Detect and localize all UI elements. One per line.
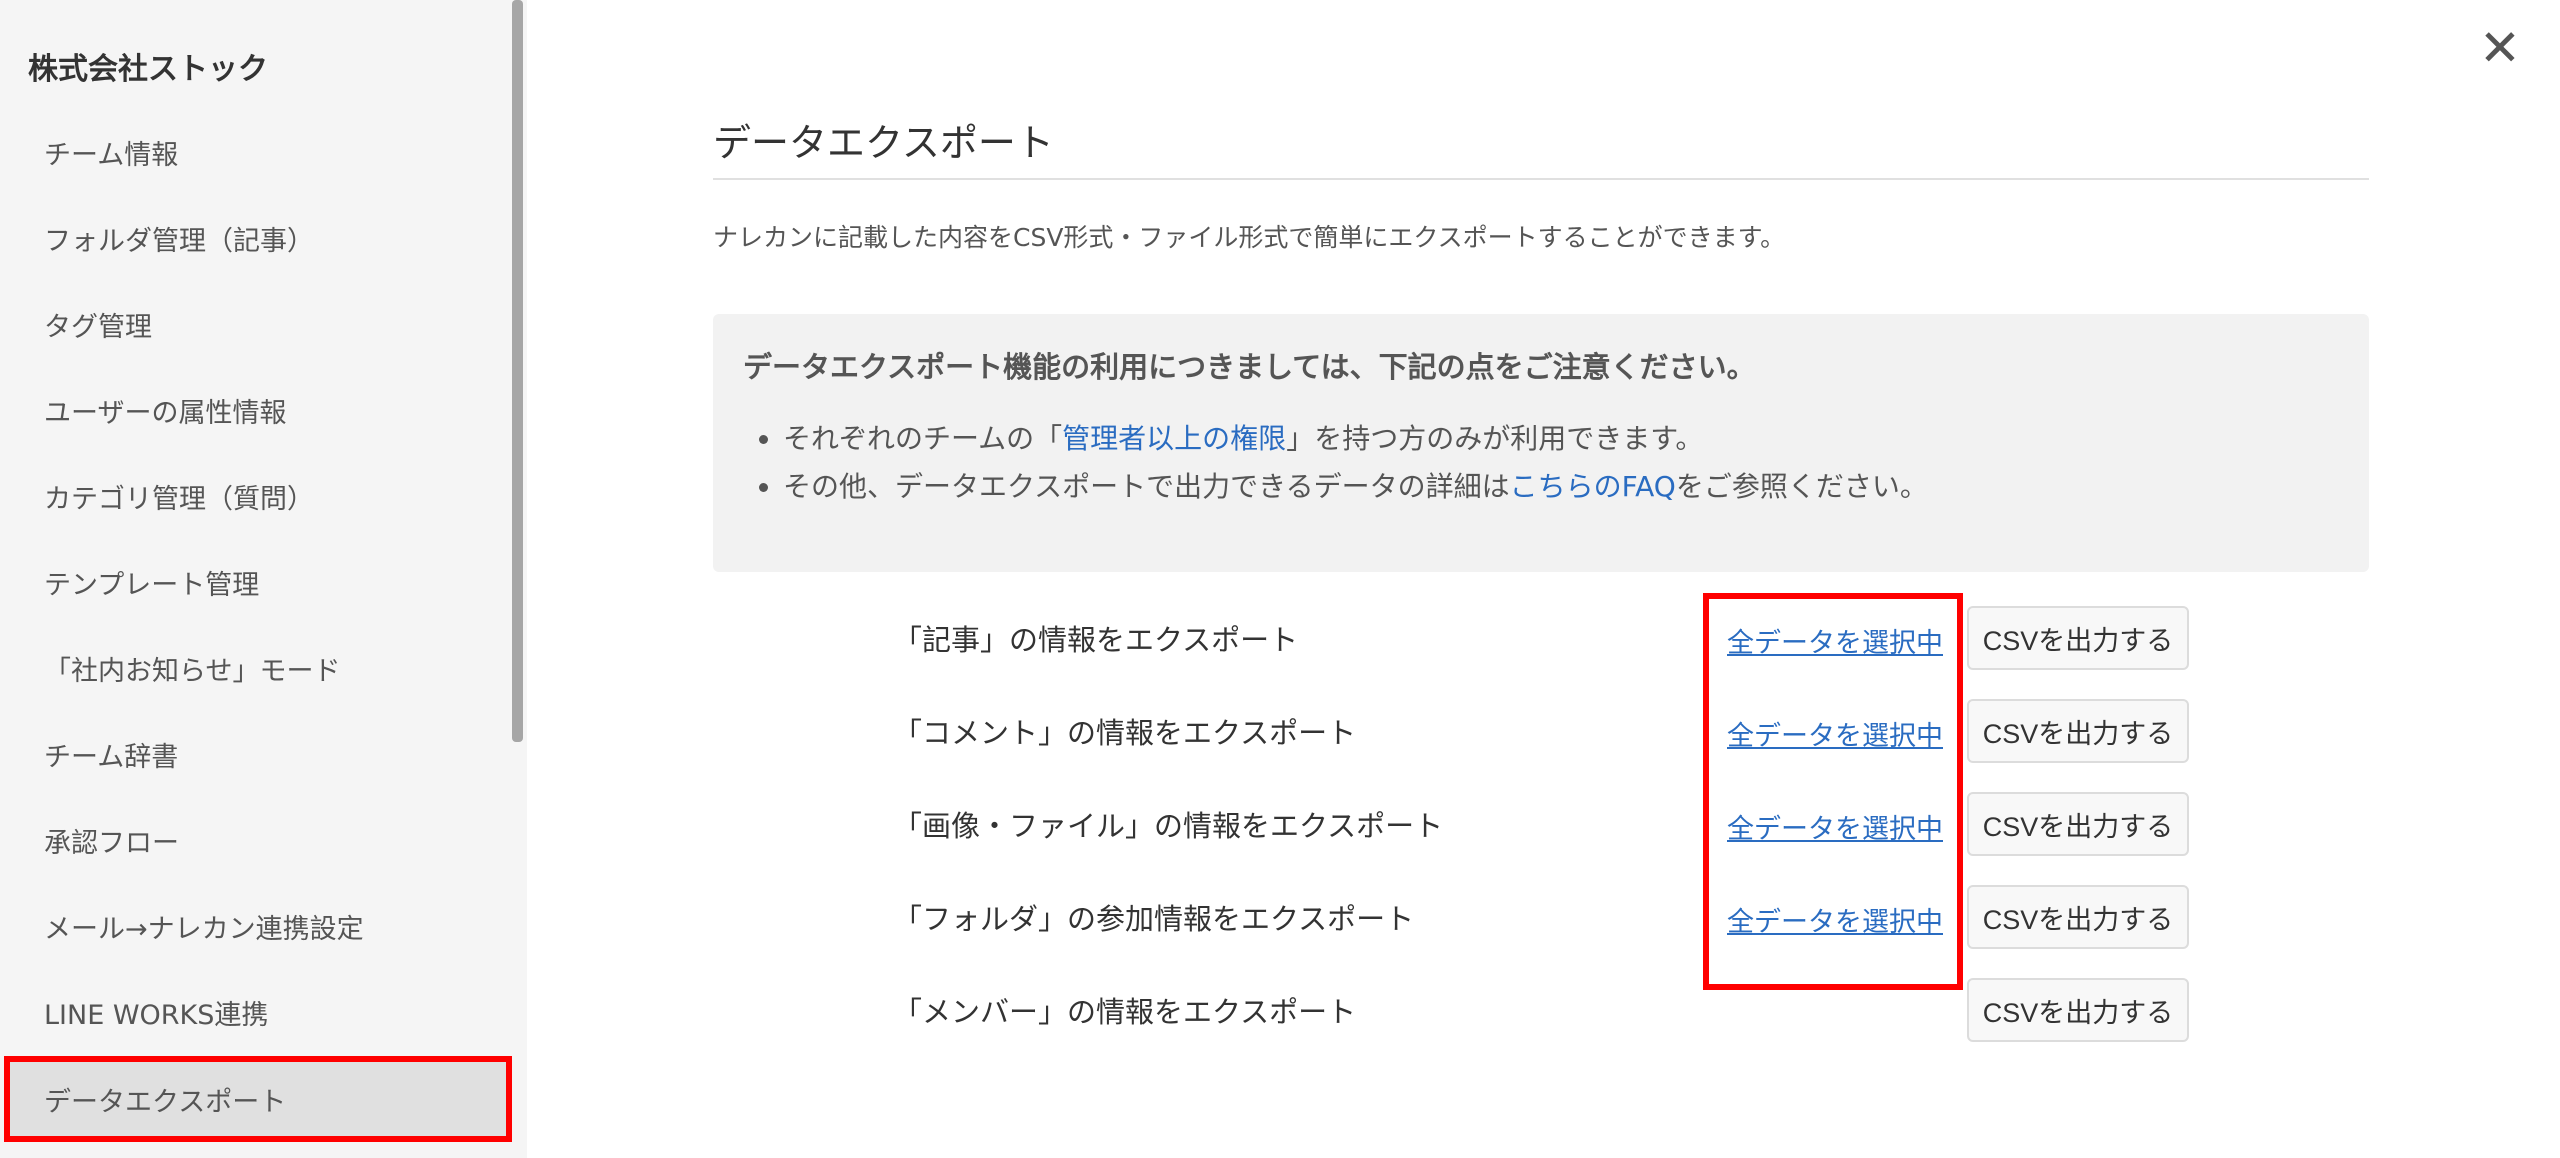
title-divider: [713, 178, 2369, 180]
csv-export-button-articles[interactable]: CSVを出力する: [1967, 606, 2189, 670]
sidebar-item-tag-management[interactable]: タグ管理: [0, 281, 512, 367]
select-links-highlight: [1703, 593, 1963, 990]
csv-export-button-folders[interactable]: CSVを出力する: [1967, 885, 2189, 949]
sidebar-scrollbar[interactable]: [512, 0, 523, 742]
sidebar-item-announcement-mode[interactable]: 「社内お知らせ」モード: [0, 625, 512, 711]
sidebar-item-user-attributes[interactable]: ユーザーの属性情報: [0, 367, 512, 453]
export-row-label-files: 「画像・ファイル」の情報をエクスポート: [893, 809, 1444, 843]
notice-heading: データエクスポート機能の利用につきましては、下記の点をご注意ください。: [743, 350, 1756, 384]
admin-permission-link[interactable]: 管理者以上の権限: [1062, 422, 1286, 455]
notice-list: それぞれのチームの「管理者以上の権限」を持つ方のみが利用できます。 その他、デー…: [783, 424, 1928, 520]
notice-item: それぞれのチームの「管理者以上の権限」を持つ方のみが利用できます。: [783, 424, 1928, 472]
settings-sidebar: 株式会社ストック チーム情報 フォルダ管理（記事） タグ管理 ユーザーの属性情報…: [0, 0, 527, 1158]
notice-text: それぞれのチームの「: [783, 422, 1063, 455]
sidebar-item-data-export[interactable]: データエクスポート: [4, 1056, 512, 1142]
sidebar-item-template-management[interactable]: テンプレート管理: [0, 539, 512, 625]
notice-text: その他、データエクスポートで出力できるデータの詳細は: [783, 470, 1510, 503]
company-name: 株式会社ストック: [28, 52, 268, 87]
sidebar-item-mail-integration[interactable]: メール→ナレカン連携設定: [0, 883, 512, 969]
sidebar-item-team-dictionary[interactable]: チーム辞書: [0, 711, 512, 797]
notice-text: 」を持つ方のみが利用できます。: [1286, 422, 1704, 455]
page-description: ナレカンに記載した内容をCSV形式・ファイル形式で簡単にエクスポートすることがで…: [713, 223, 1786, 252]
faq-link[interactable]: こちらのFAQ: [1510, 470, 1676, 503]
csv-export-button-comments[interactable]: CSVを出力する: [1967, 699, 2189, 763]
sidebar-item-category-management[interactable]: カテゴリ管理（質問）: [0, 453, 512, 539]
sidebar-item-line-works[interactable]: LINE WORKS連携: [0, 969, 512, 1055]
export-row-label-folders: 「フォルダ」の参加情報をエクスポート: [893, 902, 1415, 936]
csv-export-button-members[interactable]: CSVを出力する: [1967, 978, 2189, 1042]
page-title: データエクスポート: [713, 121, 1054, 165]
notice-text: をご参照ください。: [1675, 470, 1928, 503]
notice-box: データエクスポート機能の利用につきましては、下記の点をご注意ください。 それぞれ…: [713, 314, 2369, 572]
sidebar-item-approval-flow[interactable]: 承認フロー: [0, 797, 512, 883]
close-icon[interactable]: ✕: [2476, 23, 2524, 73]
csv-export-button-files[interactable]: CSVを出力する: [1967, 792, 2189, 856]
export-row-label-comments: 「コメント」の情報をエクスポート: [893, 716, 1357, 750]
export-row-label-members: 「メンバー」の情報をエクスポート: [893, 995, 1357, 1029]
export-row-label-articles: 「記事」の情報をエクスポート: [893, 623, 1299, 657]
notice-item: その他、データエクスポートで出力できるデータの詳細はこちらのFAQをご参照くださ…: [783, 472, 1928, 520]
sidebar-item-team-info[interactable]: チーム情報: [0, 109, 512, 195]
sidebar-item-folder-management[interactable]: フォルダ管理（記事）: [0, 195, 512, 281]
